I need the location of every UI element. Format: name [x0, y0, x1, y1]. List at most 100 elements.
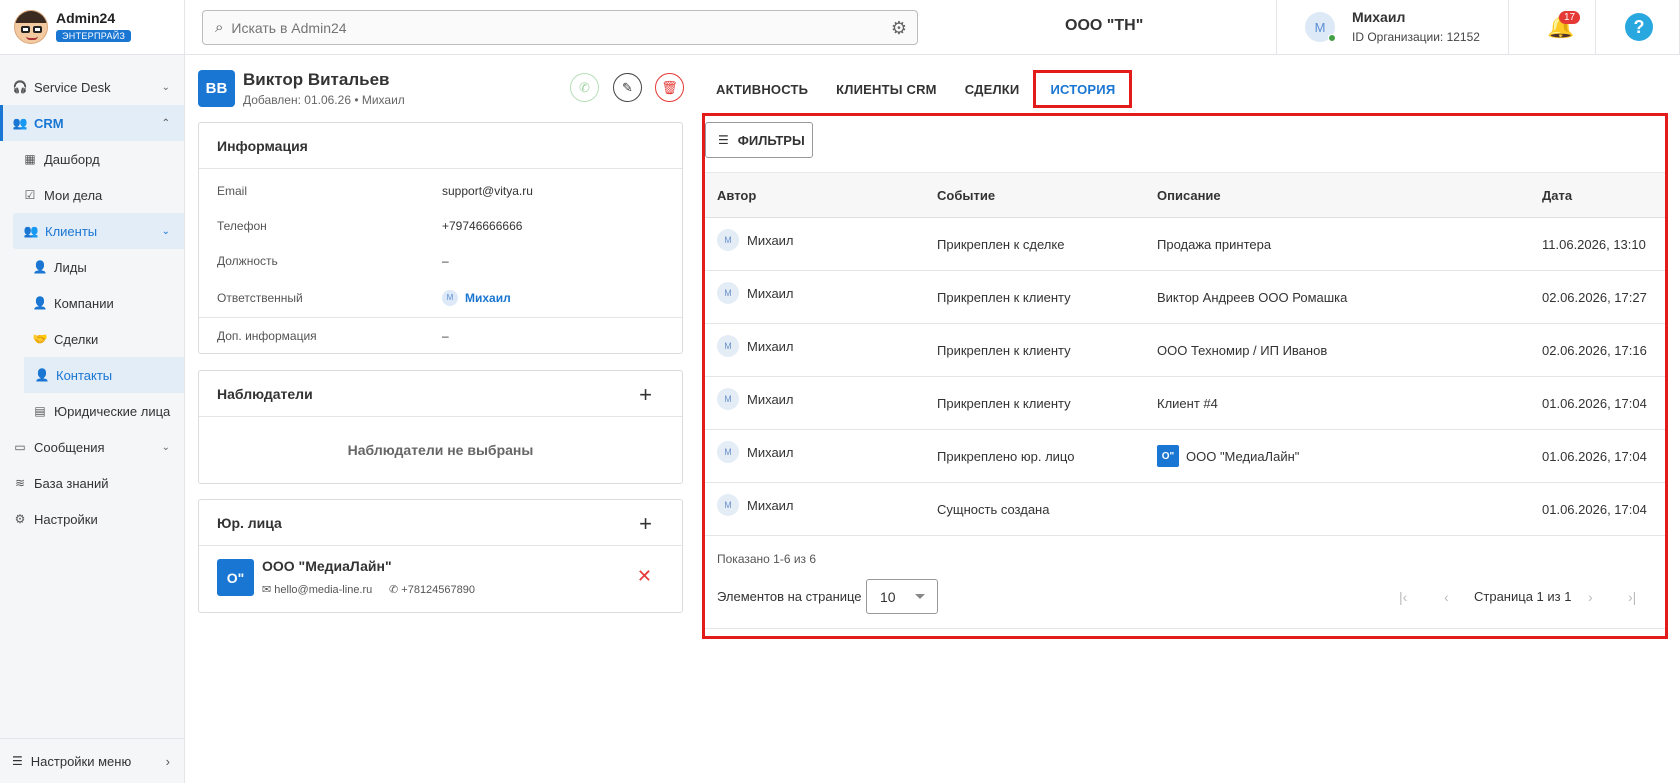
- email-value[interactable]: support@vitya.ru: [442, 184, 533, 198]
- sidebar-item-label: Настройки: [34, 511, 98, 527]
- table-row[interactable]: М Михаил Прикреплен к клиенту Клиент #4 0…: [705, 377, 1665, 430]
- info-row-email: Email support@vitya.ru: [199, 173, 682, 208]
- author-cell: М Михаил: [717, 479, 794, 531]
- sidebar-item-knowledge-base[interactable]: ≋ База знаний: [0, 465, 184, 501]
- column-description: Описание: [1157, 187, 1221, 203]
- call-button[interactable]: ✆: [570, 73, 599, 102]
- sidebar-item-contacts[interactable]: 👤 Контакты: [24, 357, 184, 393]
- add-legal-entity-plus-icon[interactable]: +: [639, 511, 652, 537]
- add-observer-plus-icon[interactable]: +: [639, 382, 652, 408]
- info-row-responsible: Ответственный М Михаил: [199, 278, 682, 318]
- chevron-up-icon: ⌃: [161, 117, 170, 129]
- sidebar-item-dashboard[interactable]: ▦ Дашборд: [0, 141, 184, 177]
- author-name: Михаил: [747, 444, 794, 460]
- remove-legal-entity-close-icon[interactable]: ✕: [637, 566, 652, 587]
- column-event: Событие: [937, 187, 996, 203]
- divider: [1595, 0, 1596, 55]
- author-avatar: М: [717, 282, 739, 304]
- table-header: Автор Событие Описание Дата: [705, 172, 1665, 218]
- online-status-dot: [1328, 34, 1336, 42]
- info-panel-title: Информация: [199, 123, 682, 169]
- legal-entity-item[interactable]: О" ООО "МедиаЛайн" ✉ hello@media-line.ru…: [199, 546, 682, 612]
- message-icon: ▭: [14, 440, 26, 454]
- notification-count-badge: 17: [1559, 11, 1581, 24]
- sidebar-item-companies[interactable]: 👤 Компании: [0, 285, 184, 321]
- user-avatar-initial: М: [1314, 19, 1326, 35]
- author-avatar: М: [717, 229, 739, 251]
- sidebar-item-clients[interactable]: 👥 Клиенты ⌄: [13, 213, 184, 249]
- search-bar[interactable]: ⌕ ⚙: [202, 10, 918, 45]
- author-cell: М Михаил: [717, 320, 794, 372]
- last-page-icon[interactable]: ›|: [1628, 589, 1636, 605]
- sidebar-item-label: CRM: [34, 115, 64, 131]
- sidebar-item-messages[interactable]: ▭ Сообщения ⌄: [0, 429, 184, 465]
- table-row[interactable]: М Михаил Прикреплен к сделке Продажа прин…: [705, 218, 1665, 271]
- legal-entity-name[interactable]: ООО "МедиаЛайн": [262, 558, 392, 574]
- author-name: Михаил: [747, 391, 794, 407]
- sidebar-item-label: Юридические лица: [54, 403, 171, 419]
- delete-button[interactable]: 🗑: [655, 73, 684, 102]
- observers-panel: Наблюдатели + Наблюдатели не выбраны: [198, 370, 683, 484]
- field-label: Должность: [217, 253, 278, 268]
- sidebar-item-my-tasks[interactable]: ☑ Мои дела: [0, 177, 184, 213]
- brand-logo-icon: [14, 10, 48, 44]
- brand-name: Admin24: [56, 10, 116, 26]
- sidebar-item-settings[interactable]: ⚙ Настройки: [0, 501, 184, 537]
- prev-page-icon[interactable]: ‹: [1444, 589, 1449, 605]
- event-cell: Прикреплен к сделке: [937, 236, 1065, 252]
- responsible-link[interactable]: Михаил: [465, 291, 511, 305]
- phone-value[interactable]: +79746666666: [442, 219, 522, 233]
- sidebar-item-leads[interactable]: 👤 Лиды: [0, 249, 184, 285]
- table-row[interactable]: М Михаил Прикреплен к клиенту ООО Техноми…: [705, 324, 1665, 377]
- sidebar-nav: 🎧 Service Desk ⌄ 👥 CRM ⌃ ▦ Дашборд ☑ Мои…: [0, 55, 184, 537]
- organization-name[interactable]: ООО "ТН": [1065, 17, 1143, 35]
- sidebar-item-deals[interactable]: 🤝 Сделки: [0, 321, 184, 357]
- event-cell: Прикреплено юр. лицо: [937, 448, 1075, 464]
- help-icon[interactable]: ?: [1625, 13, 1653, 41]
- sidebar-item-service-desk[interactable]: 🎧 Service Desk ⌄: [0, 69, 184, 105]
- filter-icon: ☰: [718, 133, 729, 147]
- users-icon: 👥: [12, 116, 28, 130]
- table-row[interactable]: М Михаил Прикреплено юр. лицо О" ООО "Меди…: [705, 430, 1665, 483]
- person-icon: 👤: [32, 260, 48, 274]
- sidebar-item-legal-entities[interactable]: ▤ Юридические лица: [0, 393, 184, 429]
- per-page-label: Элементов на странице: [717, 589, 862, 604]
- tab-activity[interactable]: АКТИВНОСТЬ: [702, 70, 822, 108]
- observers-title: Наблюдатели +: [199, 371, 682, 417]
- per-page-select[interactable]: 10: [866, 579, 938, 614]
- user-avatar[interactable]: М: [1305, 12, 1336, 42]
- user-org-id: ID Организации: 12152: [1352, 30, 1480, 44]
- clients-icon: 👥: [23, 224, 39, 238]
- building-icon: ▤: [34, 404, 46, 418]
- tab-crm-clients[interactable]: КЛИЕНТЫ CRM: [822, 70, 951, 108]
- contact-avatar: ВВ: [198, 70, 235, 107]
- search-settings-gear-icon[interactable]: ⚙: [891, 18, 907, 39]
- event-cell: Прикреплен к клиенту: [937, 342, 1071, 358]
- author-name: Михаил: [747, 338, 794, 354]
- user-name[interactable]: Михаил: [1352, 9, 1405, 25]
- tab-deals[interactable]: СДЕЛКИ: [951, 70, 1034, 108]
- first-page-icon[interactable]: |‹: [1399, 589, 1407, 605]
- sidebar-item-label: Дашборд: [44, 151, 100, 167]
- table-row[interactable]: М Михаил Сущность создана 01.06.2026, 17:…: [705, 483, 1665, 536]
- sidebar-item-label: Сообщения: [34, 439, 105, 455]
- description-cell[interactable]: О" ООО "МедиаЛайн": [1157, 430, 1299, 482]
- sidebar-item-crm[interactable]: 👥 CRM ⌃: [0, 105, 184, 141]
- responsible-value[interactable]: М Михаил: [442, 289, 511, 306]
- search-input[interactable]: [231, 19, 832, 36]
- next-page-icon[interactable]: ›: [1588, 589, 1593, 605]
- chevron-right-icon: ›: [165, 753, 170, 769]
- edit-button[interactable]: ✎: [613, 73, 642, 102]
- shown-count: Показано 1-6 из 6: [717, 552, 817, 566]
- legal-entity-email-text: hello@media-line.ru: [274, 584, 373, 596]
- legal-entity-avatar: О": [1157, 445, 1179, 467]
- tab-history[interactable]: ИСТОРИЯ: [1033, 70, 1133, 108]
- brand[interactable]: Admin24 ЭНТЕРПРАЙЗ: [0, 0, 184, 55]
- filters-button[interactable]: ☰ ФИЛЬТРЫ: [705, 122, 813, 158]
- menu-settings-button[interactable]: ☰ Настройки меню ›: [0, 738, 184, 783]
- table-row[interactable]: М Михаил Прикреплен к клиенту Виктор Андр…: [705, 271, 1665, 324]
- extra-info-value: –: [442, 328, 449, 343]
- chevron-down-icon: ⌄: [161, 441, 170, 453]
- author-avatar: М: [717, 441, 739, 463]
- plan-badge: ЭНТЕРПРАЙЗ: [56, 30, 132, 42]
